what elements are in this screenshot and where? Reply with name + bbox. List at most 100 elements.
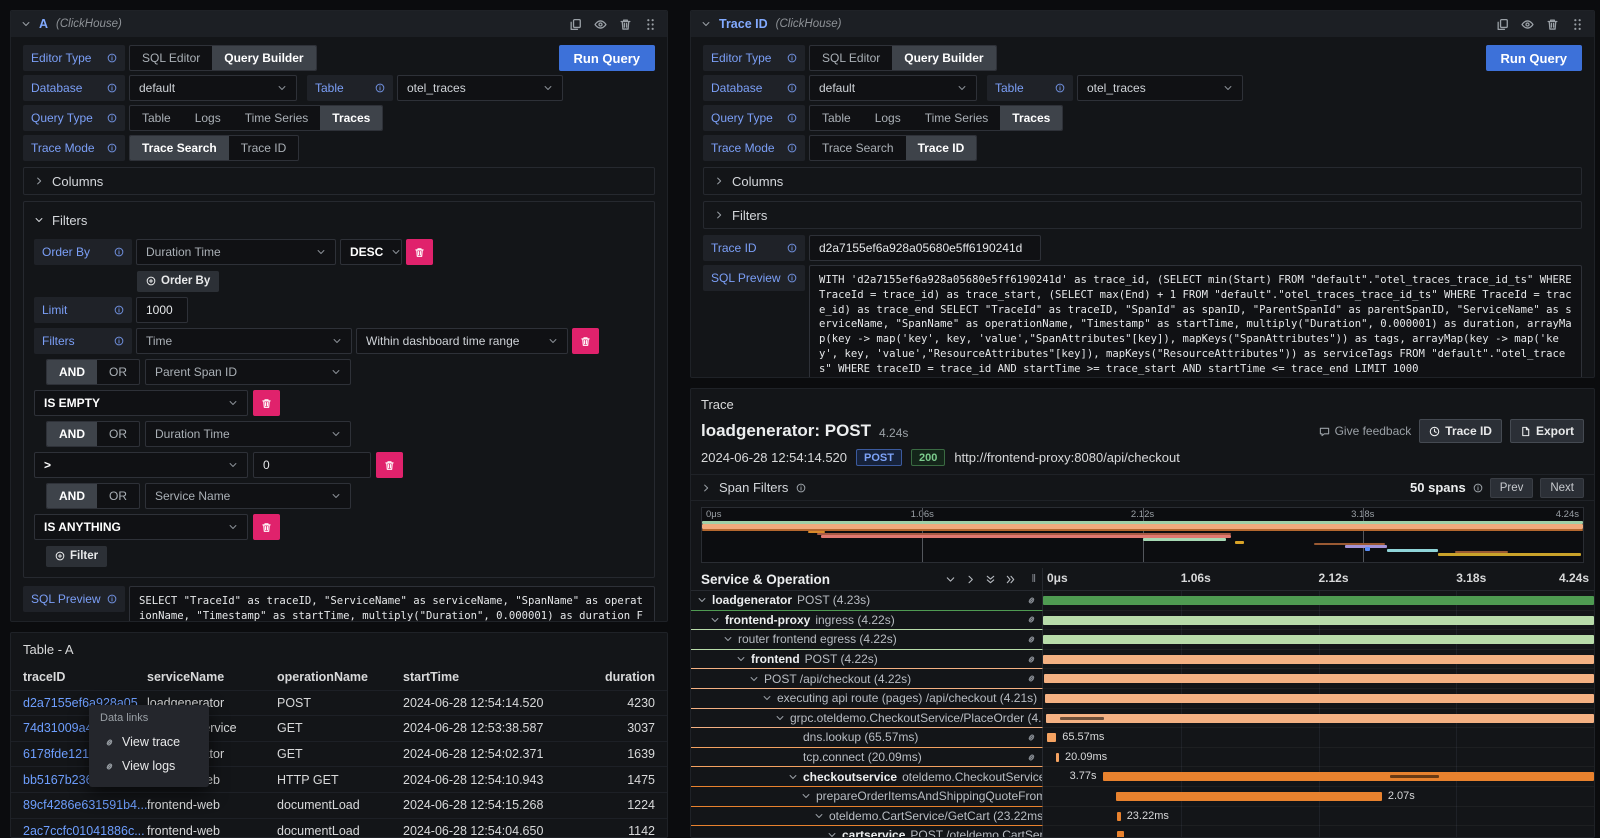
span-link-icon[interactable] (1026, 634, 1037, 645)
condition-field-select[interactable]: Duration Time (145, 421, 351, 447)
trace-id-link[interactable]: 2ac7ccfc01041886c... (23, 824, 147, 838)
span-row[interactable]: executing api route (pages) /api/checkou… (691, 689, 1594, 709)
span-bar-cell[interactable] (1043, 611, 1594, 631)
chevron-down-icon[interactable] (749, 674, 759, 684)
span-name-cell[interactable]: checkoutserviceoteldemo.CheckoutService/… (691, 767, 1043, 787)
span-bar[interactable] (1116, 792, 1382, 801)
span-name-cell[interactable]: loadgeneratorPOST (4.23s) (691, 591, 1043, 611)
span-row[interactable]: loadgeneratorPOST (4.23s) (691, 591, 1594, 611)
span-row[interactable]: router frontend egress (4.22s) (691, 630, 1594, 650)
query-type-traces[interactable]: Traces (1000, 106, 1062, 130)
span-link-icon[interactable] (1026, 673, 1037, 684)
span-bar-cell[interactable] (1043, 826, 1594, 838)
database-select[interactable]: default (809, 75, 977, 101)
span-bar[interactable] (1043, 596, 1594, 605)
limit-input[interactable]: 1000 (136, 297, 188, 323)
span-bar[interactable] (1103, 772, 1594, 781)
span-bar[interactable] (1043, 655, 1594, 664)
prev-button[interactable]: Prev (1490, 478, 1534, 498)
expand-all-icon[interactable] (1005, 574, 1016, 585)
run-query-button[interactable]: Run Query (1486, 45, 1582, 71)
remove-condition-button[interactable] (253, 514, 280, 540)
span-row[interactable]: oteldemo.CartService/GetCart (23.22ms)23… (691, 807, 1594, 827)
query-type-timeseries[interactable]: Time Series (233, 106, 321, 130)
col-starttime[interactable]: startTime (403, 670, 573, 684)
span-bar[interactable] (1043, 616, 1594, 625)
give-feedback-link[interactable]: Give feedback (1319, 424, 1412, 438)
trace-minimap[interactable]: 0μs 1.06s 2.12s 3.18s 4.24s (701, 507, 1584, 563)
span-name-cell[interactable]: executing api route (pages) /api/checkou… (691, 689, 1043, 709)
trace-mode-id[interactable]: Trace ID (906, 136, 977, 160)
span-row[interactable]: frontendPOST (4.22s) (691, 650, 1594, 670)
col-duration[interactable]: duration (573, 670, 655, 684)
order-by-direction-select[interactable]: DESC (340, 239, 402, 265)
export-button[interactable]: Export (1510, 419, 1584, 443)
condition-operator-select[interactable]: > (34, 452, 248, 478)
query-type-traces[interactable]: Traces (320, 106, 382, 130)
expand-one-icon[interactable] (965, 574, 976, 585)
span-bar[interactable] (1117, 831, 1124, 838)
query-builder-option[interactable]: Query Builder (212, 46, 315, 70)
or-option[interactable]: OR (97, 360, 139, 384)
chevron-down-icon[interactable] (801, 791, 811, 801)
view-trace-link[interactable]: View trace (100, 730, 198, 754)
toggle-visibility-icon[interactable] (1521, 18, 1534, 31)
span-bar-cell[interactable] (1043, 591, 1594, 611)
span-bar-cell[interactable]: 2.07s (1043, 787, 1594, 807)
run-query-button[interactable]: Run Query (559, 45, 655, 71)
or-option[interactable]: OR (97, 422, 139, 446)
query-type-timeseries[interactable]: Time Series (913, 106, 1001, 130)
span-row[interactable]: prepareOrderItemsAndShippingQuoteFromCar… (691, 787, 1594, 807)
chevron-down-icon[interactable] (736, 654, 746, 664)
span-row[interactable]: dns.lookup (65.57ms)65.57ms (691, 728, 1594, 748)
span-bar[interactable] (1117, 812, 1121, 821)
span-link-icon[interactable] (1026, 732, 1037, 743)
span-bar-cell[interactable]: 23.22ms (1043, 807, 1594, 827)
table-select[interactable]: otel_traces (397, 75, 563, 101)
collapse-chevron-icon[interactable] (21, 19, 31, 29)
trace-mode-search[interactable]: Trace Search (130, 136, 229, 160)
columns-section-toggle[interactable]: Columns (703, 167, 1582, 195)
trace-id-button[interactable]: Trace ID (1419, 419, 1502, 443)
table-select[interactable]: otel_traces (1077, 75, 1243, 101)
chevron-down-icon[interactable] (723, 634, 733, 644)
span-bar[interactable] (1045, 694, 1594, 703)
span-row[interactable]: cartservicePOST /oteldemo.CartService/Ge… (691, 826, 1594, 838)
condition-operator-select[interactable]: IS ANYTHING (34, 514, 248, 540)
order-by-field-select[interactable]: Duration Time (136, 239, 336, 265)
remove-filter-button[interactable] (572, 328, 599, 354)
database-select[interactable]: default (129, 75, 297, 101)
delete-query-icon[interactable] (1546, 18, 1559, 31)
table-row[interactable]: 89cf4286e631591b4...frontend-webdocument… (11, 792, 667, 818)
trace-mode-search[interactable]: Trace Search (810, 136, 906, 160)
chevron-down-icon[interactable] (775, 713, 785, 723)
table-row[interactable]: 2ac7ccfc01041886c...frontend-webdocument… (11, 818, 667, 838)
span-link-icon[interactable] (1026, 654, 1037, 665)
drag-handle-icon[interactable] (644, 18, 657, 31)
sql-editor-option[interactable]: SQL Editor (810, 46, 892, 70)
span-name-cell[interactable]: router frontend egress (4.22s) (691, 630, 1043, 650)
next-button[interactable]: Next (1540, 478, 1584, 498)
span-bar-cell[interactable] (1043, 650, 1594, 670)
span-name-cell[interactable]: oteldemo.CartService/GetCart (23.22ms) (691, 807, 1043, 827)
query-type-logs[interactable]: Logs (863, 106, 913, 130)
and-option[interactable]: AND (47, 360, 97, 384)
filters-section-toggle[interactable]: Filters (703, 201, 1582, 229)
add-filter-button[interactable]: Filter (46, 546, 107, 567)
remove-order-by-button[interactable] (406, 239, 433, 265)
col-traceid[interactable]: traceID (23, 670, 147, 684)
span-name-cell[interactable]: dns.lookup (65.57ms) (691, 728, 1043, 748)
span-bar-cell[interactable]: 65.57ms (1043, 728, 1594, 748)
trace-id-link[interactable]: 89cf4286e631591b4... (23, 798, 147, 812)
span-link-icon[interactable] (1026, 752, 1037, 763)
span-row[interactable]: POST /api/checkout (4.22s) (691, 669, 1594, 689)
span-link-icon[interactable] (1026, 614, 1037, 625)
span-bar[interactable] (1047, 733, 1056, 742)
span-bar-cell[interactable] (1043, 669, 1594, 689)
filter-value-select[interactable]: Within dashboard time range (356, 328, 568, 354)
span-link-icon[interactable] (1026, 595, 1037, 606)
collapse-chevron-icon[interactable] (701, 19, 711, 29)
chevron-down-icon[interactable] (697, 595, 707, 605)
delete-query-icon[interactable] (619, 18, 632, 31)
remove-condition-button[interactable] (376, 452, 403, 478)
